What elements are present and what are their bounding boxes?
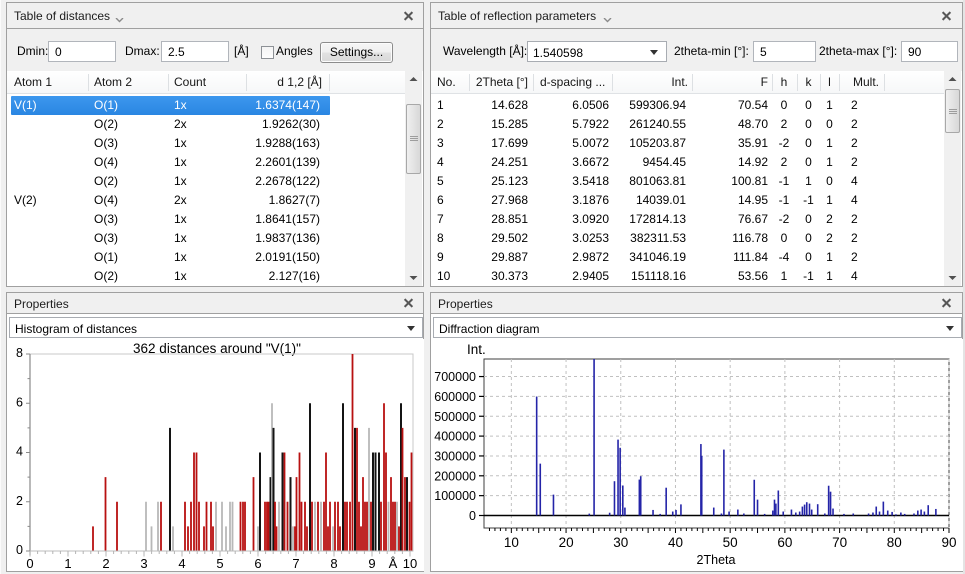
svg-text:70: 70 [832, 535, 847, 550]
svg-text:8: 8 [330, 556, 337, 571]
svg-text:Å: Å [389, 556, 398, 571]
svg-text:4: 4 [178, 556, 185, 571]
svg-text:0: 0 [26, 556, 33, 571]
svg-text:2: 2 [16, 494, 23, 508]
svg-text:60: 60 [777, 535, 792, 550]
svg-text:10: 10 [403, 556, 417, 571]
svg-text:1: 1 [64, 556, 71, 571]
svg-text:400000: 400000 [434, 430, 476, 444]
svg-text:50: 50 [723, 535, 738, 550]
svg-text:5: 5 [216, 556, 223, 571]
svg-text:20: 20 [559, 535, 574, 550]
svg-text:80: 80 [887, 535, 902, 550]
svg-text:2Theta: 2Theta [697, 553, 736, 567]
svg-text:4: 4 [16, 445, 23, 459]
svg-text:90: 90 [941, 535, 956, 550]
svg-text:3: 3 [140, 556, 147, 571]
svg-text:40: 40 [668, 535, 683, 550]
svg-text:0: 0 [469, 509, 476, 523]
svg-text:Int.: Int. [467, 342, 486, 357]
svg-text:300000: 300000 [434, 449, 476, 463]
svg-text:100000: 100000 [434, 489, 476, 503]
svg-text:10: 10 [504, 535, 519, 550]
svg-text:7: 7 [292, 556, 299, 571]
svg-text:6: 6 [254, 556, 261, 571]
svg-text:700000: 700000 [434, 370, 476, 384]
svg-text:0: 0 [16, 543, 23, 557]
svg-text:600000: 600000 [434, 390, 476, 404]
svg-text:8: 8 [16, 346, 23, 360]
svg-text:500000: 500000 [434, 410, 476, 424]
svg-text:2: 2 [102, 556, 109, 571]
svg-text:9: 9 [368, 556, 375, 571]
svg-text:200000: 200000 [434, 469, 476, 483]
svg-text:30: 30 [613, 535, 628, 550]
svg-text:6: 6 [16, 395, 23, 409]
